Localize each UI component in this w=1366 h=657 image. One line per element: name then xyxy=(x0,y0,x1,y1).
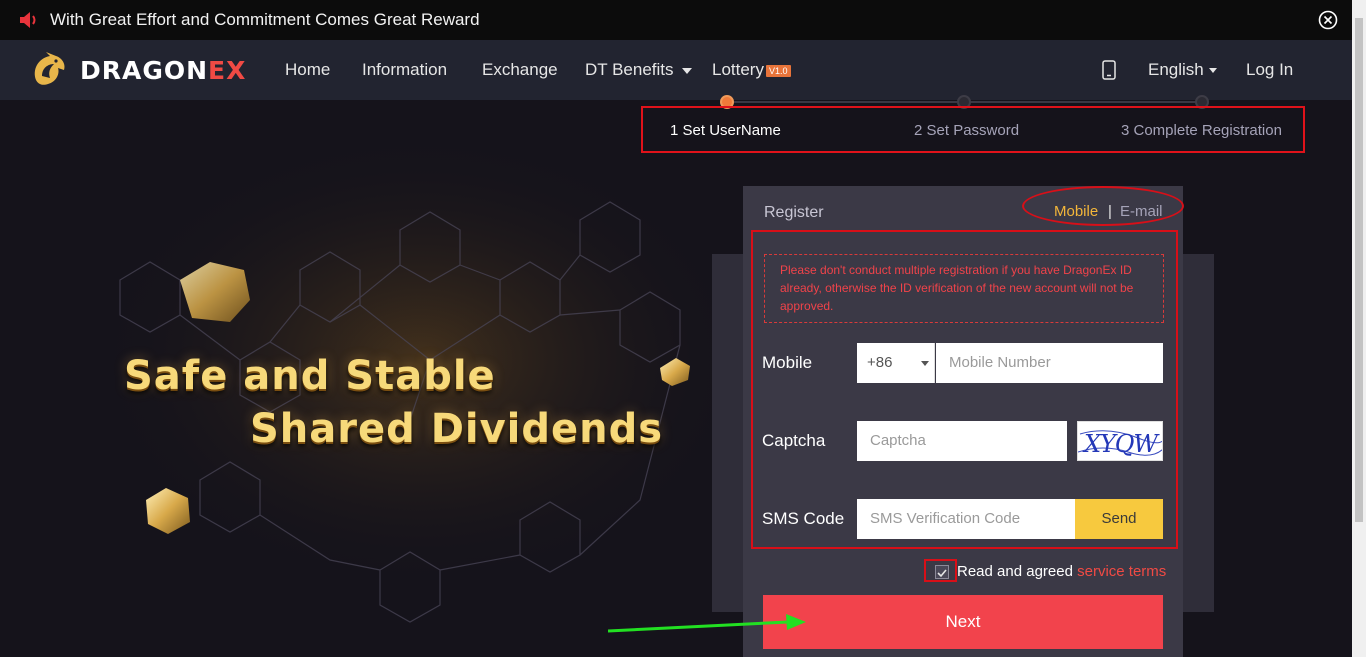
register-card: Register Mobile | E-mail Please don't co… xyxy=(743,186,1184,657)
logo-wordmark: DRAGONEX xyxy=(80,55,247,85)
language-label: English xyxy=(1148,60,1204,79)
page-scrollbar[interactable] xyxy=(1352,0,1366,657)
login-link[interactable]: Log In xyxy=(1246,60,1293,80)
captcha-input[interactable]: Captcha xyxy=(857,421,1067,461)
nav-exchange[interactable]: Exchange xyxy=(482,60,558,80)
step-3-label: 3 Complete Registration xyxy=(1121,122,1282,139)
register-title: Register xyxy=(764,204,824,221)
nav-information[interactable]: Information xyxy=(362,60,447,80)
hero-headline-1: Safe and Stable xyxy=(124,353,496,399)
dragonex-logo[interactable]: DRAGONEX xyxy=(28,48,246,92)
lottery-version-badge: V1.0 xyxy=(765,64,791,77)
mobile-number-input[interactable]: Mobile Number xyxy=(936,343,1163,383)
nav-lottery-label: Lottery xyxy=(712,60,764,79)
send-sms-button[interactable]: Send xyxy=(1075,499,1163,539)
nav-dt-benefits-label: DT Benefits xyxy=(585,60,674,79)
captcha-graphic: XYQW xyxy=(1078,430,1162,458)
announcement-bar: With Great Effort and Commitment Comes G… xyxy=(0,0,1352,40)
nav-lottery[interactable]: Lottery V1.0 xyxy=(712,60,791,80)
captcha-image[interactable]: XYQW xyxy=(1077,421,1163,461)
sms-code-label: SMS Code xyxy=(762,509,845,528)
next-button[interactable]: Next xyxy=(763,595,1163,649)
hero-headline-2: Shared Dividends xyxy=(250,406,664,452)
scrollbar-thumb[interactable] xyxy=(1355,18,1363,522)
country-code-select[interactable]: +86 xyxy=(857,343,935,383)
country-code-value: +86 xyxy=(867,354,893,371)
close-circle-icon[interactable] xyxy=(1318,10,1338,30)
captcha-text: XYQW xyxy=(1082,430,1160,458)
nav-dt-benefits[interactable]: DT Benefits xyxy=(585,60,692,80)
chevron-down-icon xyxy=(921,361,929,366)
agree-checkbox[interactable] xyxy=(935,565,949,579)
sms-code-input[interactable]: SMS Verification Code xyxy=(857,499,1075,539)
speaker-icon xyxy=(20,12,36,28)
chevron-down-icon xyxy=(1208,68,1217,74)
annotation-arrow-icon xyxy=(608,614,806,633)
agree-text: Read and agreed service terms xyxy=(957,563,1166,581)
nav-home[interactable]: Home xyxy=(285,60,330,80)
announcement-text: With Great Effort and Commitment Comes G… xyxy=(50,10,480,29)
method-email-tab[interactable]: E-mail xyxy=(1120,203,1163,221)
mobile-phone-icon[interactable] xyxy=(1101,60,1117,80)
agree-label: Read and agreed xyxy=(957,563,1073,580)
registration-notice: Please don't conduct multiple registrati… xyxy=(764,254,1164,323)
service-terms-link[interactable]: service terms xyxy=(1077,563,1166,580)
dragon-logo-icon xyxy=(34,52,65,85)
top-navbar: DRAGONEX Home Information Exchange DT Be… xyxy=(0,40,1352,100)
mobile-label: Mobile xyxy=(762,353,813,372)
captcha-label: Captcha xyxy=(762,431,826,450)
method-mobile-tab[interactable]: Mobile xyxy=(1054,203,1098,221)
method-separator: | xyxy=(1108,203,1112,220)
step-1-label: 1 Set UserName xyxy=(670,122,781,139)
chevron-down-icon xyxy=(681,67,692,74)
page: With Great Effort and Commitment Comes G… xyxy=(0,0,1366,657)
checkmark-icon xyxy=(937,569,947,578)
hero-banner: Safe and Stable Shared Dividends xyxy=(0,100,740,657)
step-2-label: 2 Set Password xyxy=(914,122,1020,139)
language-select[interactable]: English xyxy=(1148,60,1217,80)
